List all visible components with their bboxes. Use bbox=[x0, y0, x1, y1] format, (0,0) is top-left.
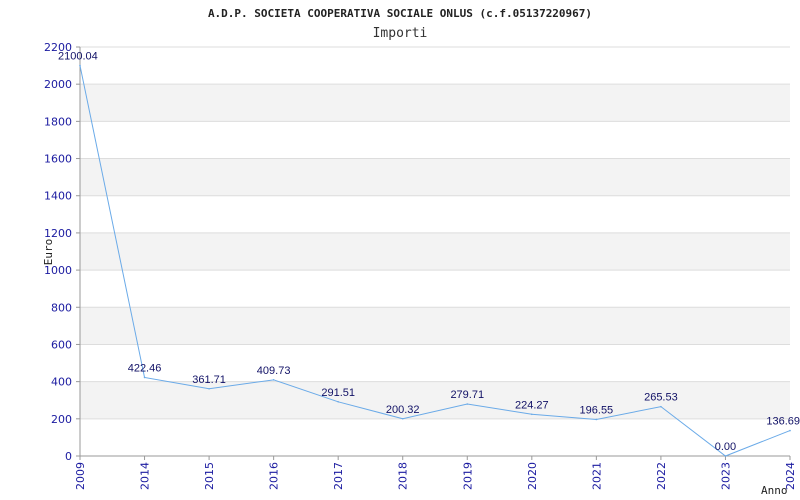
y-tick-label: 1800 bbox=[44, 115, 72, 128]
y-tick-label: 2000 bbox=[44, 78, 72, 91]
x-tick-label: 2019 bbox=[461, 462, 474, 490]
data-label: 265.53 bbox=[644, 392, 678, 404]
grid-band bbox=[80, 307, 790, 345]
data-label: 200.32 bbox=[386, 404, 420, 416]
y-tick-label: 1200 bbox=[44, 227, 72, 240]
x-tick-label: 2016 bbox=[268, 462, 281, 490]
data-label: 224.27 bbox=[515, 399, 549, 411]
grid-band bbox=[80, 158, 790, 196]
y-tick-label: 1400 bbox=[44, 190, 72, 203]
data-label: 196.55 bbox=[580, 404, 614, 416]
chart-title: A.D.P. SOCIETA COOPERATIVA SOCIALE ONLUS… bbox=[208, 7, 592, 20]
x-axis-label: Anno bbox=[761, 484, 788, 497]
x-tick-label: 2009 bbox=[74, 462, 87, 490]
x-tick-label: 2021 bbox=[590, 462, 603, 490]
y-tick-label: 0 bbox=[65, 450, 72, 463]
y-tick-label: 800 bbox=[51, 301, 72, 314]
x-tick-label: 2020 bbox=[526, 462, 539, 490]
data-label: 361.71 bbox=[192, 374, 226, 386]
data-label: 2100.04 bbox=[58, 51, 98, 63]
grid-band bbox=[80, 381, 790, 419]
data-point bbox=[660, 405, 662, 408]
data-label: 291.51 bbox=[321, 387, 355, 399]
y-axis-label: Euro bbox=[42, 239, 55, 266]
x-tick-label: 2015 bbox=[203, 462, 216, 490]
x-tick-label: 2017 bbox=[332, 462, 345, 490]
data-label: 136.69 bbox=[766, 416, 800, 428]
data-point bbox=[466, 403, 469, 405]
y-tick-label: 400 bbox=[51, 376, 72, 389]
y-tick-label: 1600 bbox=[44, 153, 72, 166]
data-point bbox=[724, 455, 727, 457]
data-label: 409.73 bbox=[257, 365, 291, 377]
data-point bbox=[208, 387, 210, 390]
y-tick-label: 600 bbox=[51, 338, 72, 351]
x-tick-labels: 2009 2014 2015 2016 2017 2018 2019 2020 2021 2022… bbox=[74, 462, 797, 490]
x-tick-label: 2023 bbox=[719, 462, 732, 490]
x-tick-label: 2014 bbox=[139, 462, 152, 490]
grid-band bbox=[80, 232, 790, 271]
data-label: 422.46 bbox=[128, 362, 162, 374]
chart-subtitle: Importi bbox=[373, 26, 428, 41]
grid-bands bbox=[80, 84, 790, 419]
data-label: 279.71 bbox=[450, 389, 484, 401]
data-point bbox=[79, 64, 81, 67]
data-point bbox=[789, 429, 791, 432]
data-point bbox=[337, 401, 339, 403]
data-point bbox=[595, 418, 598, 421]
data-point bbox=[531, 413, 533, 416]
data-point bbox=[272, 379, 275, 381]
data-label: 0.00 bbox=[715, 441, 736, 453]
x-tick-label: 2018 bbox=[397, 462, 410, 490]
data-point bbox=[143, 376, 146, 379]
grid-band bbox=[80, 84, 790, 122]
line-chart: 0200400600800100012001400160018002000220… bbox=[42, 7, 800, 497]
x-tick-label: 2022 bbox=[655, 462, 668, 490]
data-point bbox=[401, 417, 404, 420]
y-tick-label: 200 bbox=[51, 413, 72, 426]
